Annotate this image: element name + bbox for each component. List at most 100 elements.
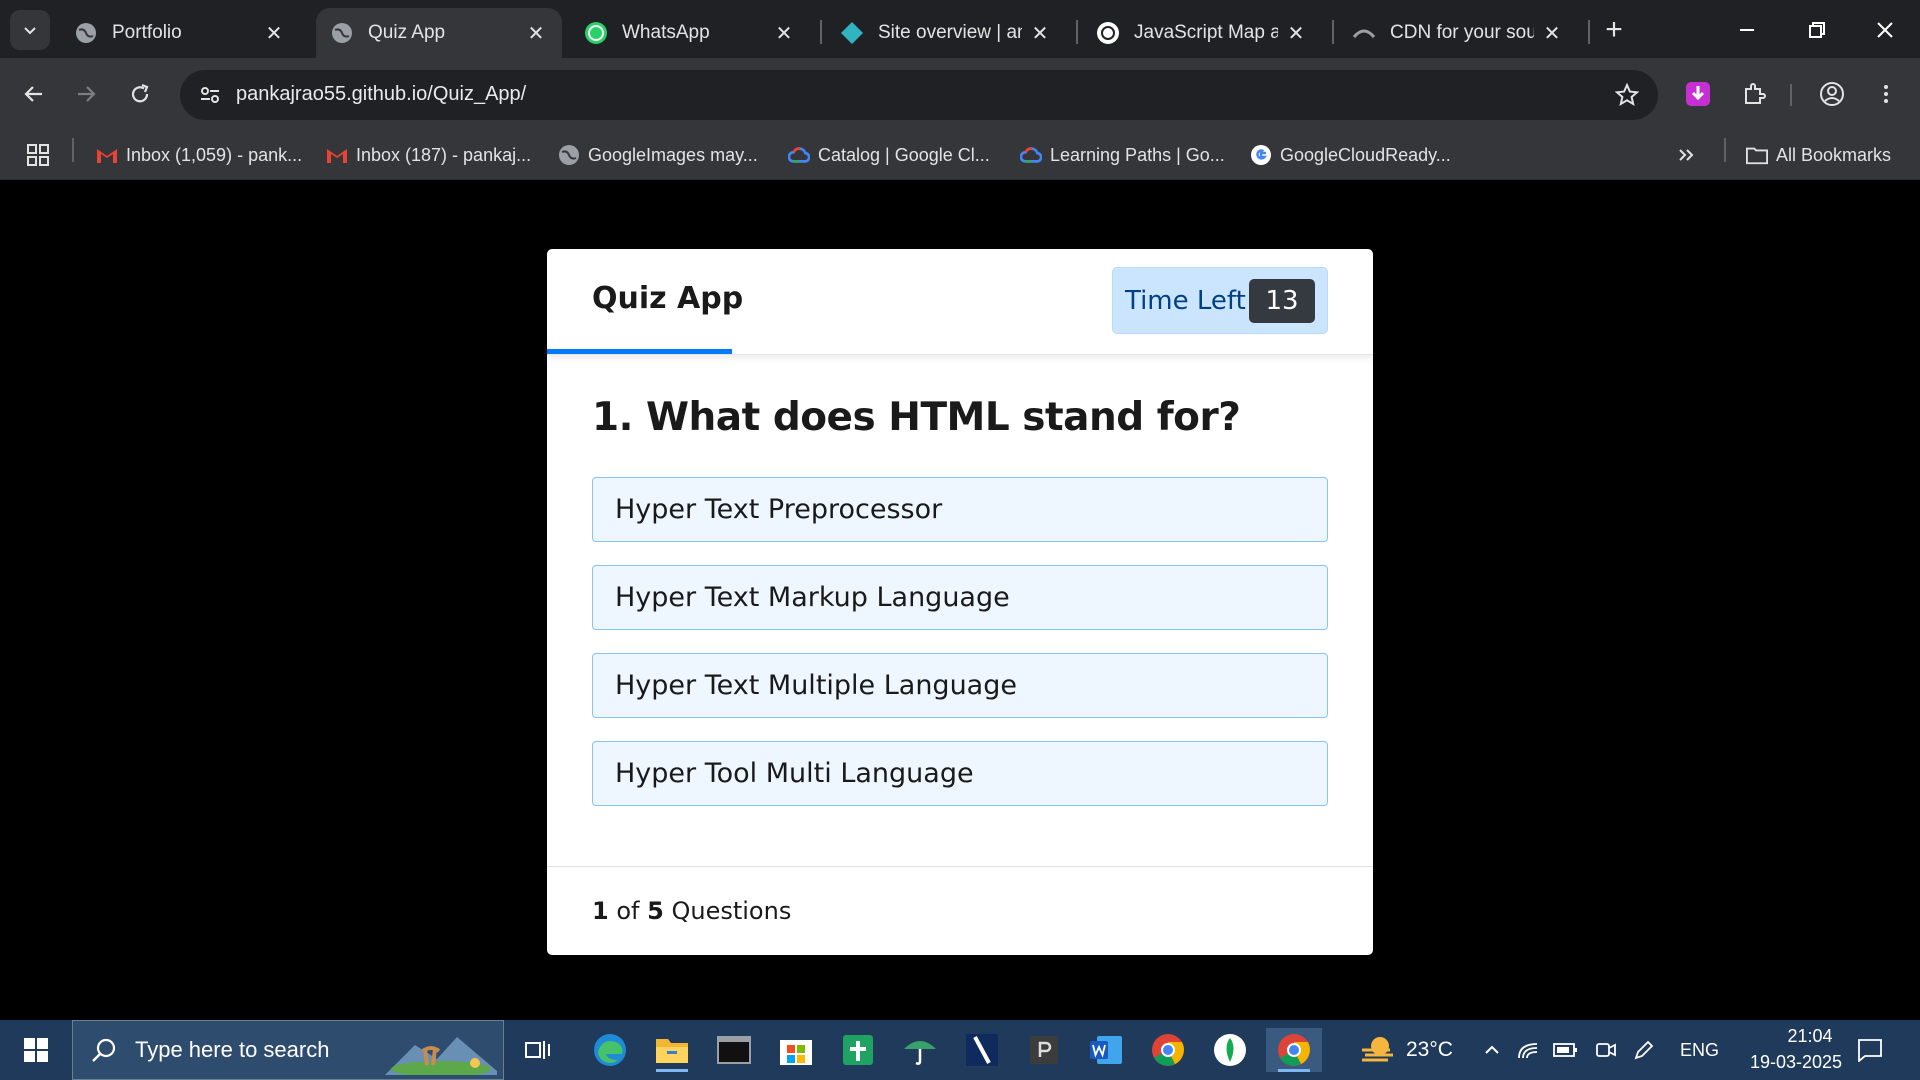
tab-title: Site overview | anir [878,22,1022,43]
bookmark-catalog[interactable]: Catalog | Google Cl... [788,140,990,170]
tab-site-overview[interactable]: Site overview | anir ✕ [826,8,1066,58]
tab-cdn[interactable]: CDN for your sourc ✕ [1338,8,1578,58]
weather-sun-haze-icon [1362,1037,1393,1062]
input-language[interactable]: ENG [1680,1040,1719,1061]
taskbar-sheets[interactable] [834,1028,882,1072]
close-icon[interactable]: ✕ [1028,21,1052,45]
double-chevron-right-icon [1679,149,1694,161]
taskbar-mongodb[interactable] [1206,1028,1254,1072]
network-button[interactable] [1510,1028,1546,1072]
bookmark-inbox-1[interactable]: Inbox (1,059) - pank... [96,140,302,170]
counter-suffix: Questions [671,897,792,925]
download-extension-button[interactable] [1678,74,1718,114]
taskbar-chrome-profile[interactable] [1266,1028,1322,1072]
bookmark-inbox-2[interactable]: Inbox (187) - pankaj... [326,140,531,170]
clock-time[interactable]: 21:04 [1762,1026,1858,1047]
taskbar-search[interactable]: Type here to search [72,1020,504,1080]
bookmark-googlecloudready[interactable]: GoogleCloudReady... [1250,140,1451,170]
reload-icon [131,83,149,103]
profile-button[interactable] [1812,74,1852,114]
taskbar-file-explorer[interactable] [648,1028,696,1072]
notifications-button[interactable] [1846,1028,1894,1072]
quiz-header: Quiz App Time Left 13 [547,249,1373,355]
option-4[interactable]: Hyper Tool Multi Language [592,741,1328,806]
restore-button[interactable] [1794,10,1840,50]
toolbar-divider [1790,84,1792,106]
forward-button[interactable] [66,74,106,114]
tab-whatsapp[interactable]: WhatsApp ✕ [570,8,810,58]
tab-javascript-map[interactable]: JavaScript Map and ✕ [1082,8,1322,58]
close-icon[interactable]: ✕ [772,21,796,45]
apps-button[interactable] [26,140,50,170]
arrow-left-icon [24,86,42,102]
tab-title: CDN for your sourc [1390,22,1534,43]
task-view-button[interactable] [514,1028,562,1072]
start-button[interactable] [12,1028,60,1072]
show-hidden-icons-button[interactable] [1474,1028,1510,1072]
tab-search-button[interactable] [10,10,50,50]
taskbar-terminal[interactable] [710,1028,758,1072]
quiz-footer: 1 of 5 Questions [547,866,1373,955]
more-bookmarks-button[interactable] [1676,140,1696,170]
bookmark-learning-paths[interactable]: Learning Paths | Go... [1020,140,1225,170]
meet-camera-icon [1596,1043,1616,1057]
cdn-icon [1352,21,1376,45]
close-icon[interactable]: ✕ [524,21,548,45]
bookmark-googleimages[interactable]: GoogleImages may... [558,140,758,170]
tab-quiz-app[interactable]: Quiz App ✕ [316,8,562,58]
url-text[interactable]: pankajrao55.github.io/Quiz_App/ [236,83,526,106]
taskbar-word[interactable] [1082,1028,1130,1072]
netlify-icon [840,21,864,45]
new-tab-button[interactable]: + [1598,13,1630,46]
close-icon[interactable]: ✕ [262,21,286,45]
battery-button[interactable] [1548,1028,1584,1072]
taskbar-store[interactable] [772,1028,820,1072]
site-info-button[interactable] [190,75,230,115]
question-text: 1. What does HTML stand for? [592,395,1241,440]
google-icon [1250,144,1272,166]
download-icon [1686,82,1710,106]
taskbar-app-p[interactable] [1020,1028,1068,1072]
taskbar-app-umbrella[interactable] [896,1028,944,1072]
weather-widget[interactable] [1354,1028,1402,1072]
bookmark-label: Catalog | Google Cl... [818,144,990,165]
option-1[interactable]: Hyper Text Preprocessor [592,477,1328,542]
openai-icon [1096,21,1120,45]
bookmark-label: GoogleCloudReady... [1280,144,1451,165]
pen-workspace-button[interactable] [1626,1028,1662,1072]
restore-icon [1809,22,1825,38]
meet-now-button[interactable] [1588,1028,1624,1072]
microsoft-store-icon [780,1040,812,1065]
bookmark-label: GoogleImages may... [588,144,758,165]
counter-of: of [616,897,640,925]
clock-date[interactable]: 19-03-2025 [1736,1052,1856,1073]
search-placeholder: Type here to search [135,1037,330,1062]
arrow-right-icon [78,86,96,102]
weather-temp[interactable]: 23°C [1406,1038,1453,1062]
menu-button[interactable] [1866,74,1906,114]
reload-button[interactable] [120,74,160,114]
tab-portfolio[interactable]: Portfolio ✕ [60,8,300,58]
minimize-button[interactable] [1724,10,1770,50]
taskbar-edge[interactable] [586,1028,634,1072]
bookmark-star-button[interactable] [1612,80,1642,110]
all-bookmarks-button[interactable]: All Bookmarks [1746,140,1891,170]
close-icon[interactable]: ✕ [1540,21,1564,45]
google-cloud-icon [788,144,810,166]
close-window-button[interactable] [1862,10,1908,50]
option-3[interactable]: Hyper Text Multiple Language [592,653,1328,718]
code-editor-icon [966,1034,998,1066]
back-button[interactable] [14,74,54,114]
address-bar[interactable]: pankajrao55.github.io/Quiz_App/ [180,70,1658,120]
bookmark-label: Inbox (187) - pankaj... [356,144,532,165]
notification-icon [1858,1039,1882,1062]
taskbar-vscode-alt[interactable] [958,1028,1006,1072]
bookmarks-divider [1724,138,1726,162]
option-2[interactable]: Hyper Text Markup Language [592,565,1328,630]
close-icon[interactable]: ✕ [1284,21,1308,45]
taskbar-chrome[interactable] [1144,1028,1192,1072]
folder-icon [656,1039,688,1063]
extensions-button[interactable] [1734,74,1774,114]
quiz-card: Quiz App Time Left 13 1. What does HTML … [547,249,1373,955]
tab-divider [1076,20,1078,44]
